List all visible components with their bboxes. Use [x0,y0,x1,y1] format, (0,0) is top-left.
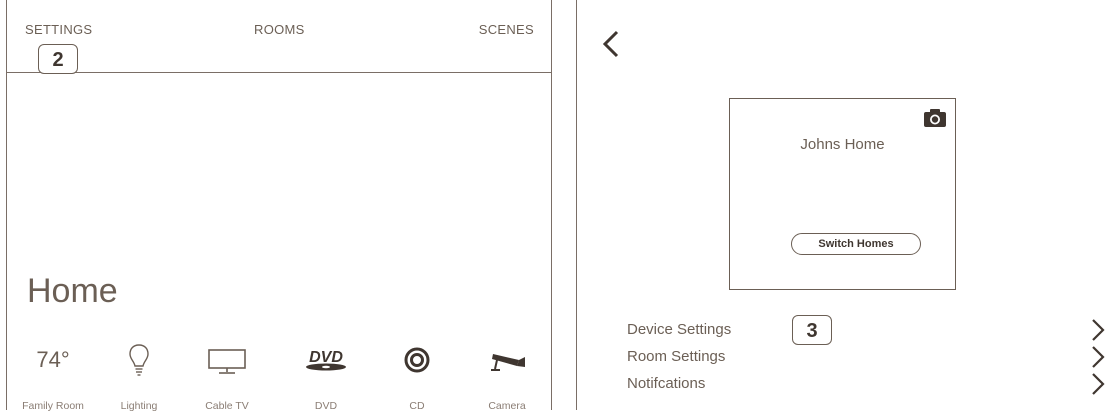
back-button[interactable] [599,26,629,62]
dock-label-camera: Camera [488,400,526,412]
chevron-left-icon [602,30,619,58]
dock-label-family-room: Family Room [22,400,84,412]
dock-item-camera[interactable]: Camera [467,330,547,412]
tv-icon [187,340,267,380]
settings-row-device-settings[interactable]: Device Settings 3 [627,315,1114,345]
row-label-room-settings: Room Settings [627,348,726,365]
dock-item-cd[interactable]: CD [377,330,457,412]
dock-label-dvd: DVD [314,400,338,412]
chevron-right-icon [1092,373,1105,395]
security-camera-icon [467,340,547,380]
settings-row-room-settings[interactable]: Room Settings [627,345,1114,369]
callout-number-2: 2 [38,44,78,74]
settings-row-notifications[interactable]: Notifcations [627,372,1114,396]
device-dock: 74° Family Room Lighting Cable TV DVD DV… [7,330,553,412]
row-label-notifications: Notifcations [627,375,706,392]
lightbulb-icon [99,340,179,380]
tab-scenes[interactable]: SCENES [479,22,534,37]
camera-button[interactable] [923,108,947,128]
dock-label-cable-tv: Cable TV [205,400,249,412]
callout-number-3: 3 [792,315,832,345]
dock-label-lighting: Lighting [120,400,158,412]
camera-icon [924,109,946,127]
settings-panel: Johns Home Switch Homes Device Settings … [576,0,1114,410]
home-name: Johns Home [800,136,885,153]
home-screen-panel: SETTINGS ROOMS SCENES 2 Home 74° Family … [6,0,553,412]
dvd-icon: DVD [286,340,366,380]
chevron-right-icon [1092,346,1105,368]
dock-item-cable-tv[interactable]: Cable TV [187,330,267,412]
top-tab-bar: SETTINGS ROOMS SCENES 2 [6,0,552,74]
tab-settings[interactable]: SETTINGS [25,22,92,37]
home-card: Johns Home Switch Homes [729,98,956,290]
dock-item-family-room[interactable]: 74° Family Room [13,330,93,412]
tab-rooms[interactable]: ROOMS [254,22,305,37]
dock-item-dvd[interactable]: DVD DVD [286,330,366,412]
dock-item-lighting[interactable]: Lighting [99,330,179,412]
temperature-value: 74° [36,347,70,372]
page-title: Home [27,272,118,310]
chevron-right-icon [1092,319,1105,341]
svg-text:DVD: DVD [309,349,343,366]
cd-icon [377,340,457,380]
switch-homes-button[interactable]: Switch Homes [791,233,921,255]
dock-label-cd: CD [409,400,425,412]
row-label-device-settings: Device Settings [627,321,732,338]
